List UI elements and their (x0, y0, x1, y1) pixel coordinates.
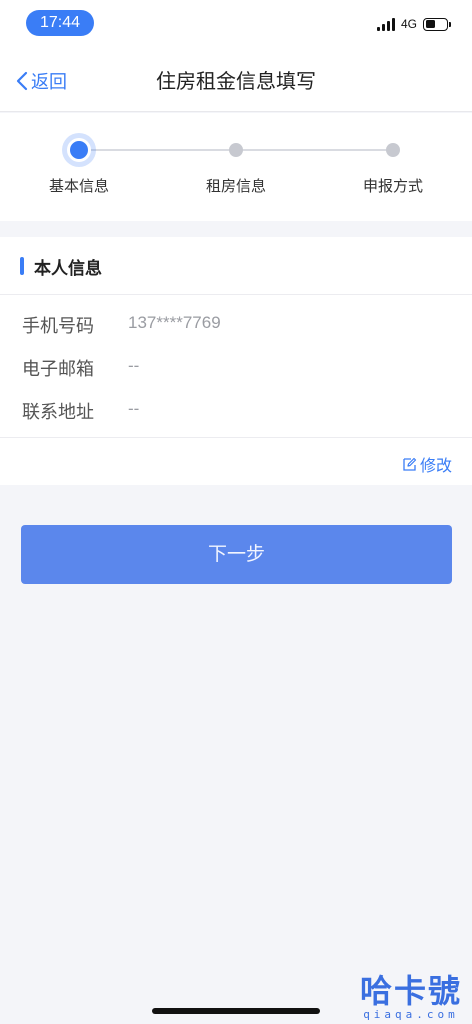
step-dot-basic (67, 138, 91, 162)
personal-info-card: 本人信息 手机号码 137****7769 电子邮箱 -- 联系地址 -- 修改 (0, 237, 472, 485)
nav-bar: 返回 住房租金信息填写 (0, 50, 472, 112)
field-value: 137****7769 (128, 313, 221, 332)
edit-icon (403, 457, 417, 471)
field-row-address: 联系地址 -- (0, 388, 472, 430)
status-bar: 17:44 4G (0, 0, 472, 50)
field-label: 联系地址 (22, 402, 94, 423)
field-label: 电子邮箱 (22, 359, 94, 380)
field-row-phone: 手机号码 137****7769 (0, 302, 472, 344)
step-connector (79, 149, 235, 151)
home-indicator[interactable] (152, 1008, 320, 1014)
step-label-declare: 申报方式 (362, 177, 423, 195)
edit-button[interactable]: 修改 (402, 452, 452, 476)
next-step-button[interactable]: 下一步 (21, 525, 452, 584)
page-title: 住房租金信息填写 (156, 69, 316, 93)
step-label-basic: 基本信息 (48, 177, 109, 195)
step-dot-declare (386, 143, 400, 157)
watermark-text: 哈卡號 (359, 972, 462, 1010)
signal-icon (376, 17, 395, 31)
watermark-logo: 哈卡號 qiaqa.com (360, 974, 462, 1021)
divider (0, 437, 472, 438)
step-dot-rental (229, 143, 243, 157)
field-label: 手机号码 (22, 316, 94, 337)
watermark-domain: qiaqa.com (363, 1008, 459, 1021)
edit-label: 修改 (419, 456, 452, 475)
progress-stepper: 基本信息 租房信息 申报方式 (0, 113, 472, 221)
battery-icon (423, 17, 451, 31)
field-row-email: 电子邮箱 -- (0, 345, 472, 387)
network-type: 4G (400, 17, 417, 31)
section-header: 本人信息 (0, 237, 472, 295)
status-time: 17:44 (26, 10, 94, 36)
section-accent-bar (20, 257, 24, 275)
field-value: -- (128, 356, 140, 375)
step-connector (236, 149, 393, 151)
step-label-rental: 租房信息 (205, 177, 266, 195)
status-indicators: 4G (376, 16, 451, 32)
field-value: -- (128, 399, 140, 418)
section-title: 本人信息 (34, 259, 102, 279)
